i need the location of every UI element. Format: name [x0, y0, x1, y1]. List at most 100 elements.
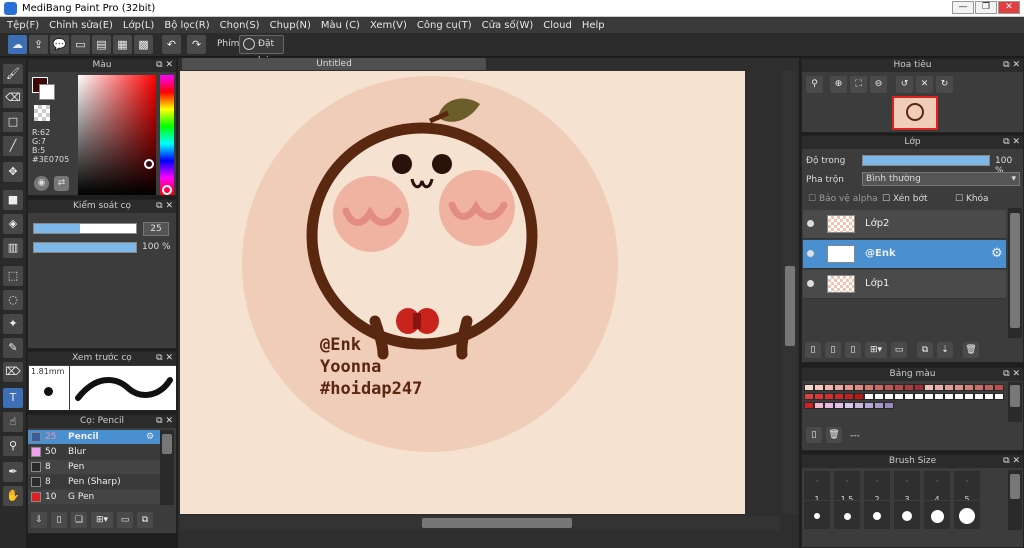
select-rect-tool-icon[interactable]: ⬚	[3, 266, 23, 286]
panel-close-icon[interactable]: ⧉ ✕	[1003, 368, 1020, 381]
palette-swatch[interactable]	[934, 384, 944, 391]
panel-close-icon[interactable]: ⧉ ✕	[156, 200, 173, 213]
folder-icon[interactable]: ▭	[117, 512, 133, 528]
clip-option[interactable]: ☐ Xén bớt	[882, 194, 928, 204]
rotate-right-icon[interactable]: ↻	[936, 76, 953, 93]
palette-swatch[interactable]	[854, 393, 864, 400]
palette-icon[interactable]: ◉	[34, 176, 49, 191]
menu-snap[interactable]: Chụp(N)	[265, 20, 316, 31]
menu-help[interactable]: Help	[577, 20, 610, 31]
palette-scroll-thumb[interactable]	[1010, 385, 1020, 407]
palette-swatch[interactable]	[824, 402, 834, 409]
palette-swatch[interactable]	[924, 393, 934, 400]
brush-list-item[interactable]: 8 Pen (Sharp)	[28, 475, 160, 489]
palette-swatch[interactable]	[954, 393, 964, 400]
palette-swatch[interactable]	[984, 384, 994, 391]
undo-icon[interactable]: ↶	[162, 35, 181, 54]
operation-tool-icon[interactable]: ☝	[3, 412, 23, 432]
document-tab[interactable]: Untitled	[182, 58, 486, 70]
merge-layer-icon[interactable]: ⇣	[937, 342, 953, 358]
monitor-icon[interactable]: ▭	[71, 35, 90, 54]
brush-size-preset[interactable]	[953, 500, 981, 530]
gear-icon[interactable]: ⚙	[146, 430, 154, 444]
panel-close-icon[interactable]: ⧉ ✕	[1003, 455, 1020, 468]
eye-icon[interactable]	[807, 250, 814, 257]
panel-close-icon[interactable]: ⧉ ✕	[156, 415, 173, 428]
cloud-download-icon[interactable]: ⇩	[31, 512, 47, 528]
palette-swatch[interactable]	[974, 384, 984, 391]
palette-swatch[interactable]	[844, 402, 854, 409]
fit-icon[interactable]: ⛶	[850, 76, 867, 93]
palette-swatch[interactable]	[914, 393, 924, 400]
palette-swatch[interactable]	[894, 393, 904, 400]
brush-list-item[interactable]: 25 Pencil ⚙	[28, 430, 160, 444]
panel-close-icon[interactable]: ⧉ ✕	[156, 59, 173, 72]
protect-alpha-option[interactable]: ☐ Bảo vệ alpha	[808, 194, 878, 204]
comment-icon[interactable]: 💬	[50, 35, 69, 54]
panel-close-icon[interactable]: ⧉ ✕	[156, 352, 173, 365]
brush-list-item[interactable]: 8 Pen	[28, 460, 160, 474]
palette-swatch[interactable]	[864, 402, 874, 409]
eyedropper-tool-icon[interactable]: ✒	[3, 462, 23, 482]
close-button[interactable]: ✕	[998, 1, 1020, 14]
palette-scrollbar[interactable]	[1008, 382, 1022, 422]
menu-layer[interactable]: Lớp(L)	[118, 20, 159, 31]
palette-swatch[interactable]	[934, 393, 944, 400]
delete-color-icon[interactable]: 🗑	[826, 427, 842, 443]
canvas-horizontal-thumb[interactable]	[422, 518, 572, 528]
palette-swatch[interactable]	[904, 393, 914, 400]
palette-swatch[interactable]	[834, 384, 844, 391]
palette-swatch[interactable]	[824, 393, 834, 400]
lasso-tool-icon[interactable]: ◌	[3, 290, 23, 310]
layers-scrollbar[interactable]	[1008, 208, 1022, 338]
text-tool-icon[interactable]: T	[3, 388, 23, 408]
navigator-thumbnail[interactable]	[892, 96, 938, 130]
panel-close-icon[interactable]: ⧉ ✕	[1003, 136, 1020, 149]
palette-swatch[interactable]	[864, 393, 874, 400]
duplicate-icon[interactable]: ⧉	[137, 512, 153, 528]
copy-brush-icon[interactable]: ❏	[71, 512, 87, 528]
brush-list-scroll-thumb[interactable]	[162, 434, 172, 454]
palette-swatch[interactable]	[814, 402, 824, 409]
brush-size-preset[interactable]	[863, 500, 891, 530]
gear-icon[interactable]: ⚙	[991, 246, 1003, 261]
palette-swatch[interactable]	[884, 402, 894, 409]
menu-color[interactable]: Màu (C)	[316, 20, 365, 31]
hue-slider-handle[interactable]	[162, 185, 172, 195]
brush-opacity-slider[interactable]	[33, 242, 137, 253]
zoom-out-icon[interactable]: ⊖	[870, 76, 887, 93]
line-tool-icon[interactable]: ╱	[3, 136, 23, 156]
color-swap-icon[interactable]: ⇄	[54, 176, 69, 191]
palette-swatch[interactable]	[884, 393, 894, 400]
magic-wand-tool-icon[interactable]: ✦	[3, 314, 23, 334]
palette-swatch[interactable]	[944, 384, 954, 391]
share-icon[interactable]: ⇪	[29, 35, 48, 54]
canvas-vertical-scrollbar[interactable]	[783, 71, 797, 514]
canvas-vertical-thumb[interactable]	[785, 266, 795, 346]
minimize-button[interactable]: —	[952, 1, 974, 14]
bucket-tool-icon[interactable]: ◈	[3, 214, 23, 234]
color-picker-cursor[interactable]	[144, 159, 154, 169]
add-color-icon[interactable]: ▯	[806, 427, 822, 443]
eye-icon[interactable]	[807, 220, 814, 227]
color-saturation-field[interactable]	[78, 75, 156, 195]
menu-view[interactable]: Xem(V)	[365, 20, 412, 31]
palette-swatch[interactable]	[804, 393, 814, 400]
layer-row[interactable]: @Enk ⚙	[803, 240, 1006, 269]
canvas-horizontal-scrollbar[interactable]	[180, 516, 780, 530]
cloud-icon[interactable]: ☁	[8, 35, 27, 54]
menu-cloud[interactable]: Cloud	[538, 20, 577, 31]
maximize-button[interactable]: ❐	[975, 1, 997, 14]
palette-swatch[interactable]	[994, 393, 1004, 400]
palette-swatch[interactable]	[884, 384, 894, 391]
palette-swatch[interactable]	[854, 402, 864, 409]
brush-size-slider[interactable]	[33, 223, 137, 234]
menu-filter[interactable]: Bộ lọc(R)	[159, 20, 214, 31]
palette-swatch[interactable]	[854, 384, 864, 391]
brush-size-scrollbar[interactable]	[1008, 470, 1022, 530]
brush-list-item[interactable]: 50 Blur	[28, 445, 160, 459]
palette-swatch[interactable]	[804, 384, 814, 391]
transparent-color-swatch[interactable]	[34, 105, 50, 121]
layer-folder-icon[interactable]: ▭	[891, 342, 907, 358]
layer-row[interactable]: Lớp2	[803, 210, 1006, 239]
